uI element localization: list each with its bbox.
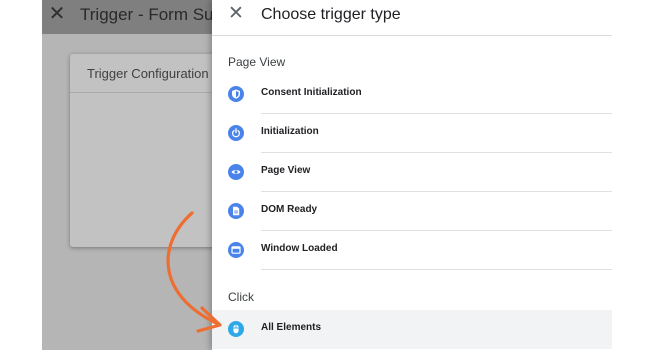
panel-divider — [212, 35, 612, 36]
trigger-item-page-view[interactable]: Page View — [212, 153, 612, 192]
trigger-item-dom-ready[interactable]: DOM Ready — [212, 192, 612, 231]
trigger-item-label: Initialization — [261, 126, 319, 137]
power-icon — [228, 125, 244, 141]
trigger-item-all-elements[interactable]: All Elements — [212, 310, 612, 349]
row-divider — [261, 269, 612, 270]
trigger-item-initialization[interactable]: Initialization — [212, 114, 612, 153]
section-label-page-view: Page View — [228, 55, 286, 69]
panel-title: Choose trigger type — [261, 6, 401, 23]
trigger-item-label: Page View — [261, 165, 311, 176]
eye-icon — [228, 164, 244, 180]
close-icon[interactable]: ✕ — [46, 3, 68, 25]
trigger-item-label: Window Loaded — [261, 243, 338, 254]
background-title: Trigger - Form Submi — [80, 5, 212, 24]
trigger-item-label: All Elements — [261, 322, 322, 333]
trigger-configuration-title: Trigger Configuration — [87, 66, 209, 81]
left-margin — [0, 0, 42, 350]
close-icon[interactable]: ✕ — [226, 3, 246, 25]
trigger-item-label: DOM Ready — [261, 204, 318, 215]
shield-icon — [228, 86, 244, 102]
trigger-item-label: Consent Initialization — [261, 87, 362, 98]
background-header: ✕ Trigger - Form Submi — [42, 0, 212, 34]
right-margin — [612, 0, 650, 350]
choose-trigger-panel: ✕ Choose trigger type Page View Consent … — [212, 0, 612, 350]
card-divider — [70, 92, 212, 93]
trigger-item-consent-initialization[interactable]: Consent Initialization — [212, 75, 612, 114]
annotation-arrow-icon — [166, 211, 222, 333]
trigger-item-window-loaded[interactable]: Window Loaded — [212, 231, 612, 270]
